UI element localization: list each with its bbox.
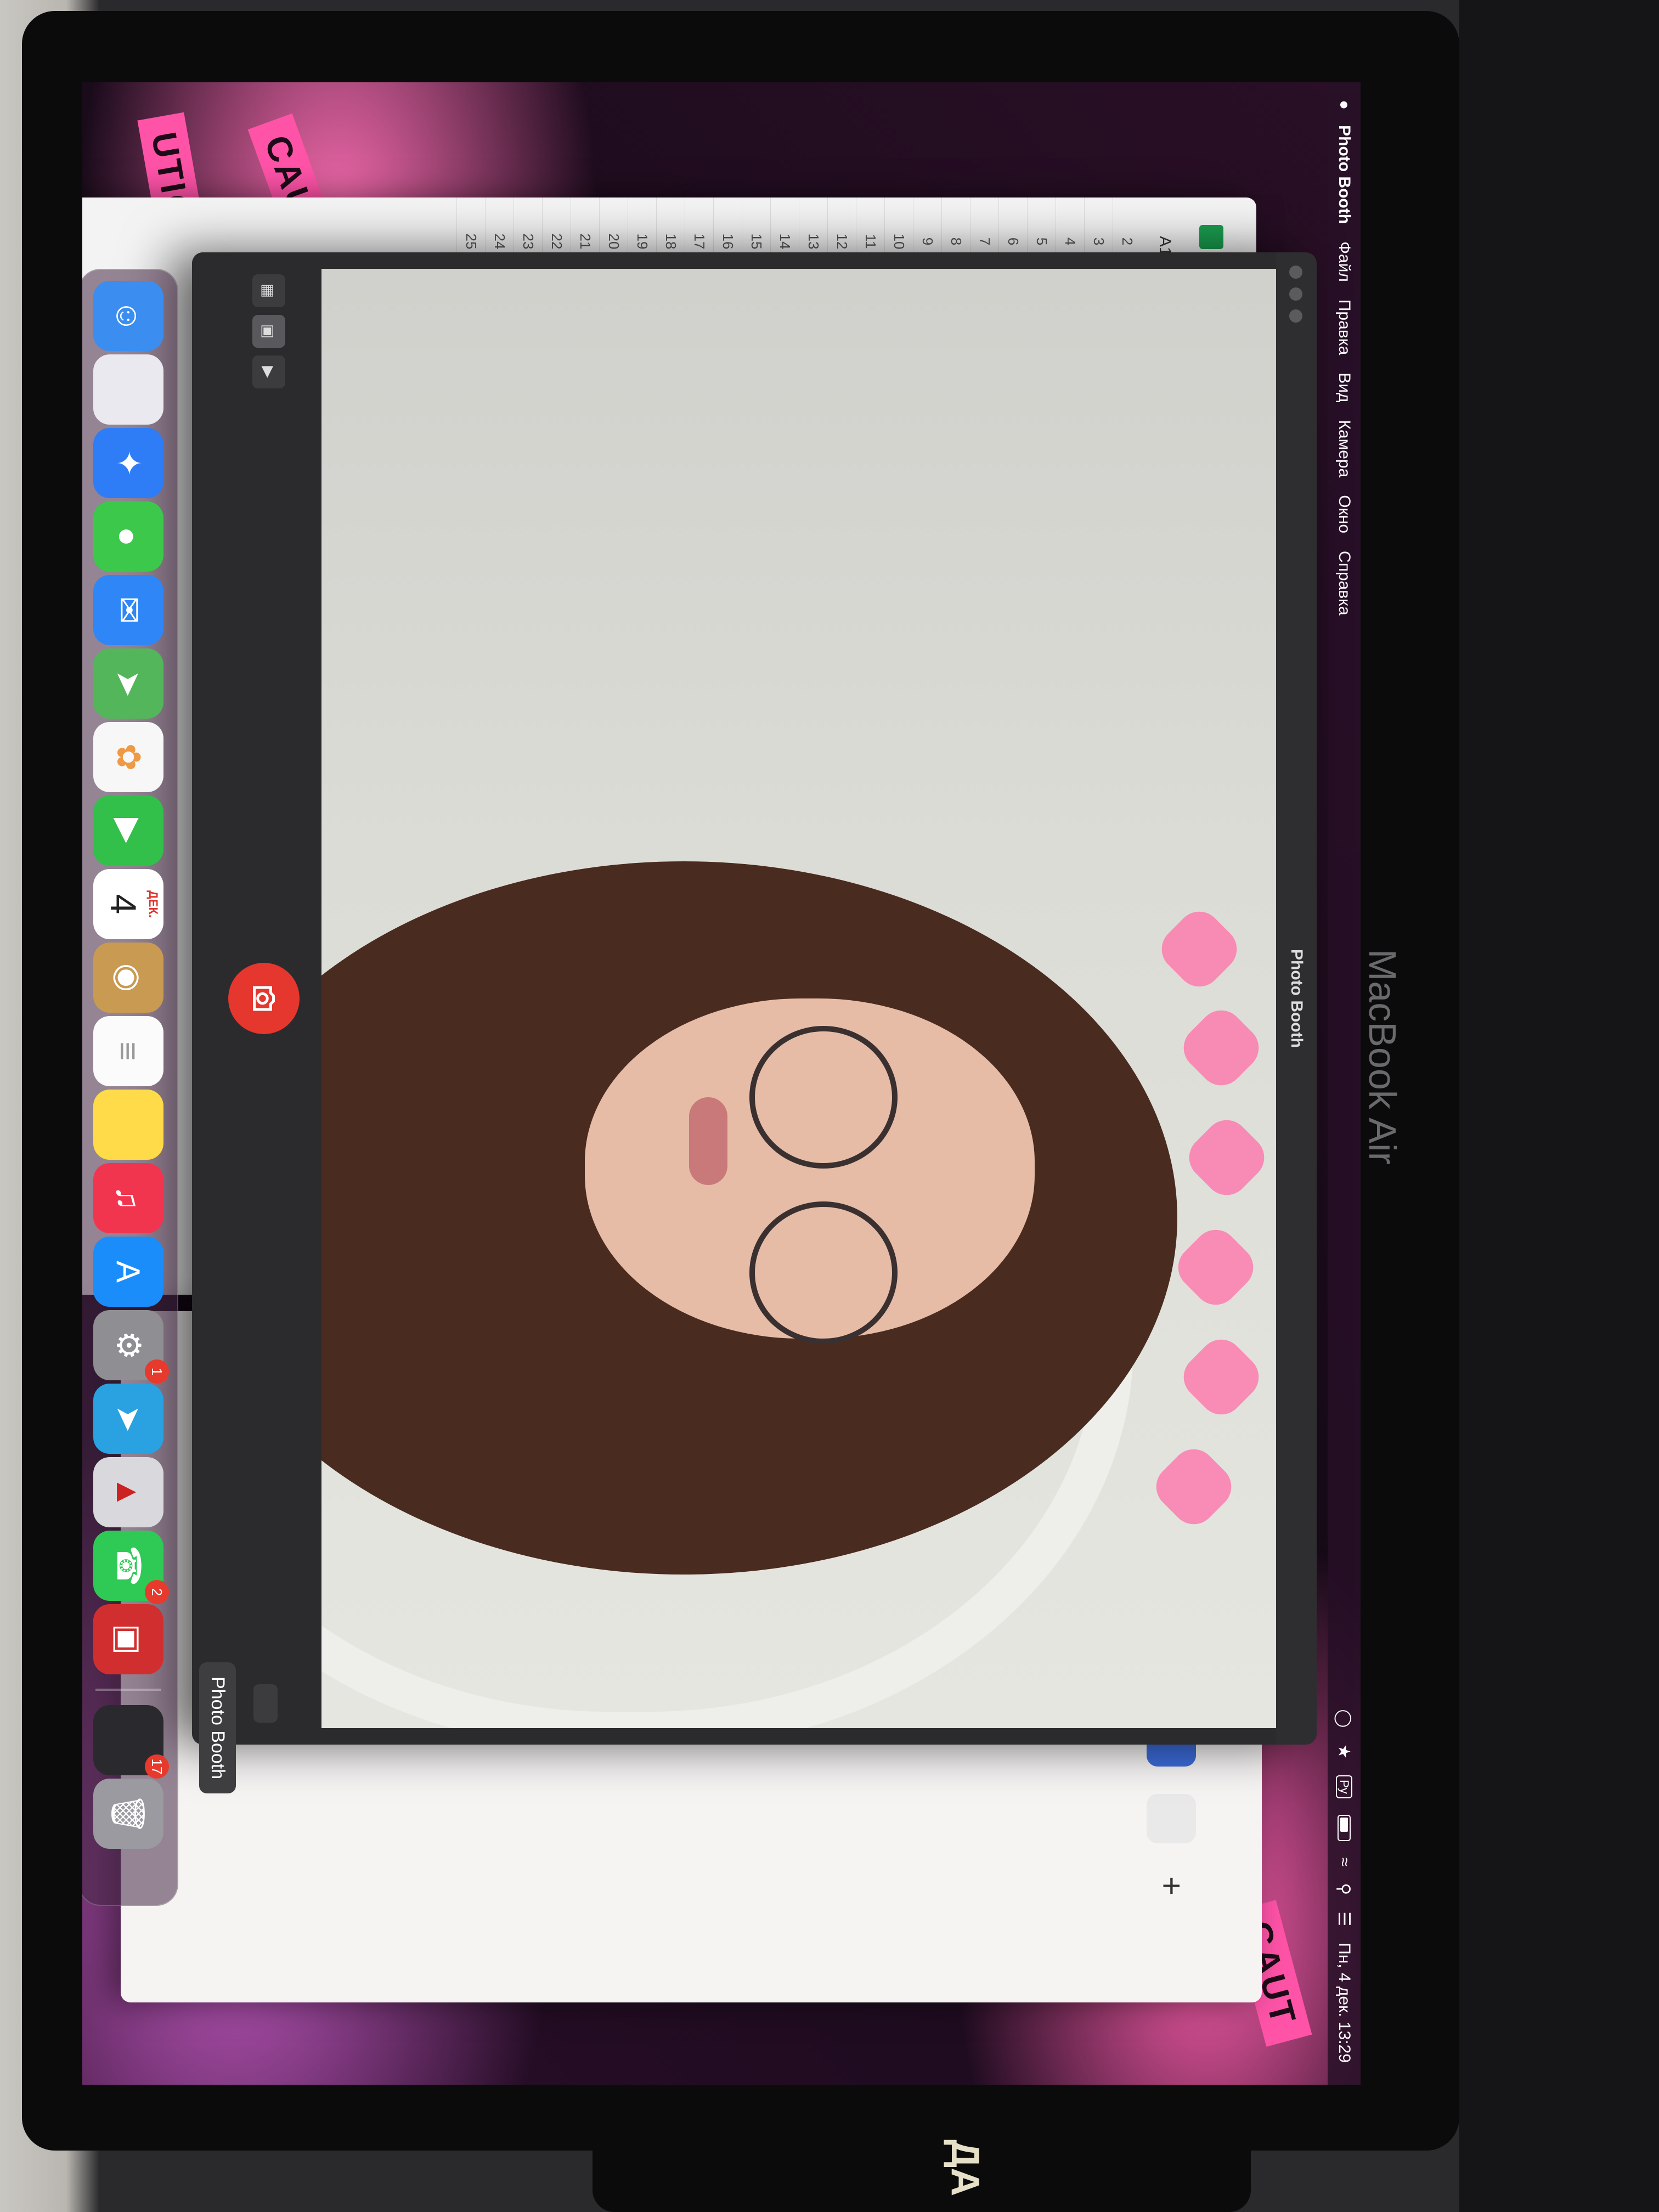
finder-icon[interactable]: ☺	[93, 281, 163, 351]
zoom-button[interactable]	[1289, 309, 1302, 323]
mug-text: ДА	[943, 2140, 987, 2197]
notification-badge: 2	[145, 1580, 169, 1604]
reminders-icon[interactable]: ≡	[93, 1016, 163, 1086]
video-mode-button[interactable]: ▶	[252, 356, 285, 388]
dock: ☺ ✦ ● ✉ ➤ ✿ ▶ ДЕК. 4 ◉ ≡ ♫ A ⚙ 1 ➤ ▲ ☎ 2…	[82, 269, 178, 1906]
menu-file[interactable]: Файл	[1335, 241, 1353, 282]
lips	[689, 1097, 727, 1185]
menu-camera[interactable]: Камера	[1335, 420, 1353, 477]
calendar-day: 4	[103, 894, 144, 915]
photos-icon[interactable]: ✿	[93, 722, 163, 792]
wifi-icon[interactable]: ≈	[1335, 1858, 1353, 1866]
single-photo-mode-button[interactable]: ▣	[252, 315, 285, 348]
calendar-icon[interactable]: ДЕК. 4	[93, 869, 163, 939]
mug	[592, 2112, 1251, 2212]
downloads-stack-icon[interactable]: 17	[93, 1705, 169, 1779]
photo-booth-toolbar: ▦ ▣ ▶	[192, 252, 321, 1745]
control-center-icon[interactable]: ☰	[1335, 1911, 1354, 1926]
camera-icon	[253, 986, 275, 1011]
camera-preview	[321, 269, 1276, 1728]
lion-status-icon[interactable]: ★	[1335, 1744, 1354, 1759]
menu-view[interactable]: Вид	[1335, 373, 1353, 402]
screen: CAUTION UTION CAUT ● Photo Booth Файл Пр…	[82, 82, 1361, 2085]
menu-edit[interactable]: Правка	[1335, 300, 1353, 355]
battery-icon[interactable]	[1338, 1814, 1351, 1841]
menu-help[interactable]: Справка	[1335, 551, 1353, 616]
calendar-month: ДЕК.	[146, 890, 160, 918]
notification-badge: 17	[145, 1754, 169, 1779]
launchpad-icon[interactable]	[93, 354, 163, 425]
telegram-icon[interactable]: ➤	[93, 1384, 163, 1454]
photo-booth-window[interactable]: Photo Booth ▦ ▣ ▶	[192, 252, 1317, 1745]
maps-icon[interactable]: ➤	[93, 648, 163, 719]
trash-icon[interactable]: 🗑	[93, 1779, 163, 1849]
dock-tooltip: Photo Booth	[199, 1662, 236, 1794]
glasses-lens	[749, 1026, 898, 1169]
window-controls	[1289, 266, 1302, 323]
four-up-mode-button[interactable]: ▦	[252, 274, 285, 307]
safari-icon[interactable]: ✦	[93, 428, 163, 498]
music-icon[interactable]: ♫	[93, 1163, 163, 1233]
bookmark-tile[interactable]	[1147, 1794, 1196, 1843]
close-button[interactable]	[1289, 266, 1302, 279]
shutter-button[interactable]	[228, 963, 300, 1034]
menu-clock[interactable]: Пн, 4 дек. 13:29	[1335, 1943, 1353, 2063]
mail-icon[interactable]: ✉	[93, 575, 163, 645]
menu-window[interactable]: Окно	[1335, 495, 1353, 533]
apple-menu-icon[interactable]: ●	[1335, 100, 1353, 110]
notification-icon[interactable]: ◯	[1335, 1709, 1354, 1728]
menu-bar: ● Photo Booth Файл Правка Вид Камера Окн…	[1328, 82, 1361, 2085]
menu-app-name[interactable]: Photo Booth	[1335, 125, 1353, 224]
window-title: Photo Booth	[1276, 252, 1317, 1745]
notification-badge: 1	[145, 1359, 169, 1384]
spotlight-search-icon[interactable]: ⚲	[1335, 1883, 1354, 1895]
lion-app-icon[interactable]: ▲	[93, 1457, 163, 1527]
menu-bar-extras: ◯ ★ Ру ≈ ⚲ ☰ Пн, 4 дек. 13:29	[1335, 1709, 1354, 2085]
whatsapp-icon[interactable]: ☎ 2	[93, 1531, 169, 1604]
dock-separator	[95, 1689, 161, 1691]
facetime-icon[interactable]: ▶	[93, 795, 163, 866]
keyboard	[1459, 0, 1659, 2212]
contacts-icon[interactable]: ◉	[93, 943, 163, 1013]
numbers-app-icon	[1199, 225, 1223, 249]
minimize-button[interactable]	[1289, 287, 1302, 301]
system-settings-icon[interactable]: ⚙ 1	[93, 1310, 169, 1384]
photo-booth-icon[interactable]: ▣	[93, 1604, 163, 1674]
glasses-lens	[749, 1201, 898, 1344]
app-store-icon[interactable]: A	[93, 1237, 163, 1307]
input-language[interactable]: Ру	[1336, 1775, 1352, 1798]
laptop-brand: MacBook Air	[1361, 949, 1404, 1165]
notes-icon[interactable]	[93, 1090, 163, 1160]
effects-button[interactable]	[253, 1684, 278, 1723]
messages-icon[interactable]: ●	[93, 501, 163, 572]
add-tab-icon[interactable]: +	[1153, 1876, 1190, 1895]
mode-buttons: ▦ ▣ ▶	[252, 274, 285, 388]
